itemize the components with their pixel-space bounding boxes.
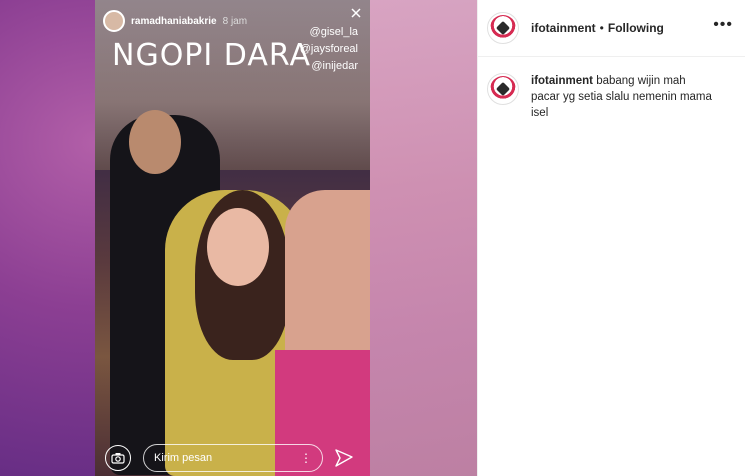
story-tags: @gisel_la @jaysforeal @inijedar [300,24,358,75]
woman-face [207,208,269,286]
avatar[interactable] [487,12,519,44]
ifotainment-logo [490,76,516,102]
message-input: Kirim pesan ⋮ [143,444,323,472]
caption-row: ifotainment babang wijin mah pacar yg se… [478,57,745,121]
story-header: ramadhaniabakrie 8 jam [103,10,247,32]
man-head [129,110,181,174]
story-tag: @gisel_la [309,26,358,38]
story-tag: @inijedar [311,60,358,72]
post-media: ramadhaniabakrie 8 jam NGOPI DARA @gisel… [0,0,477,476]
caption-username[interactable]: ifotainment [531,75,593,87]
send-icon [333,447,355,469]
follow-status[interactable]: Following [608,21,664,35]
story-title: NGOPI DARA [112,38,312,73]
story-screenshot: ramadhaniabakrie 8 jam NGOPI DARA @gisel… [95,0,370,476]
story-avatar [103,10,125,32]
story-tag: @jaysforeal [299,43,358,55]
camera-icon [105,445,131,471]
story-footer: Kirim pesan ⋮ [95,442,370,476]
separator: • [599,21,604,35]
caption: ifotainment babang wijin mah pacar yg se… [531,73,716,121]
message-placeholder: Kirim pesan [154,452,213,464]
story-time: 8 jam [222,15,248,27]
more-vertical-icon [350,6,362,22]
story-username: ramadhaniabakrie [131,15,217,27]
post-sidebar: ifotainment • Following ••• ifotainment … [477,0,745,476]
avatar[interactable] [487,73,519,105]
more-vertical-icon: ⋮ [300,451,312,465]
post-header: ifotainment • Following ••• [478,0,745,57]
account-name[interactable]: ifotainment [531,21,596,35]
more-horizontal-icon[interactable]: ••• [713,16,733,34]
ifotainment-logo [490,15,516,41]
